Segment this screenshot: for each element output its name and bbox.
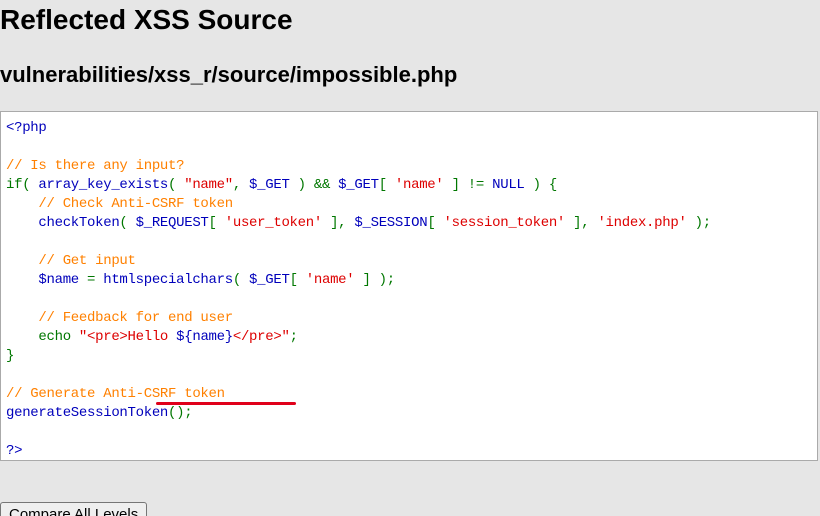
code-line: // Feedback for end user [6, 309, 711, 328]
code-token: "name" [184, 177, 233, 193]
code-token: [ [208, 215, 225, 231]
code-line: } [6, 347, 711, 366]
code-line: // Is there any input? [6, 157, 711, 176]
file-path-heading: vulnerabilities/xss_r/source/impossible.… [0, 62, 458, 87]
code-token: ], [573, 215, 598, 231]
code-token: 'user_token' [224, 215, 331, 231]
code-token: checkToken [6, 215, 120, 231]
code-token: ], [330, 215, 355, 231]
code-token: ( [232, 272, 250, 288]
code-line: echo "<pre>Hello ${name}</pre>"; [6, 328, 711, 347]
page: Reflected XSS Source vulnerabilities/xss… [0, 0, 820, 516]
code-token: htmlspecialchars [103, 272, 233, 288]
code-token: "<pre>Hello [78, 329, 177, 345]
code-line: // Check Anti-CSRF token [6, 195, 711, 214]
code-token: $_REQUEST [135, 215, 209, 231]
code-token: // Is there any input? [6, 158, 185, 174]
code-token: // Generate Anti-CSRF token [6, 386, 225, 402]
code-token: // Check Anti-CSRF token [6, 196, 233, 212]
code-line: generateSessionToken(); [6, 404, 711, 423]
code-token: [ [427, 215, 444, 231]
code-token: } [6, 348, 15, 364]
code-token: $name [6, 272, 88, 288]
code-token: [ [378, 177, 395, 193]
page-title: Reflected XSS Source [0, 4, 293, 35]
code-token: 'session_token' [443, 215, 574, 231]
code-token: $_SESSION [354, 215, 428, 231]
annotation-underline [156, 402, 296, 405]
code-token: ); [694, 215, 712, 231]
code-token: = [87, 272, 104, 288]
code-token: [ [289, 272, 306, 288]
code-token: // Get input [6, 253, 136, 269]
code-line: if( array_key_exists( "name", $_GET ) &&… [6, 176, 711, 195]
code-token: ?> [6, 443, 23, 459]
code-token: if( [6, 177, 39, 193]
code-line: // Generate Anti-CSRF token [6, 385, 711, 404]
code-line: <?php [6, 119, 711, 138]
code-token: <?php [6, 120, 47, 136]
code-token: 'index.php' [597, 215, 695, 231]
code-token: // Feedback for end user [6, 310, 233, 326]
code-token: $_GET [249, 272, 290, 288]
code-token: (); [168, 405, 193, 421]
code-line: ?> [6, 442, 711, 461]
code-line: $name = htmlspecialchars( $_GET[ 'name' … [6, 271, 711, 290]
code-token: ( [119, 215, 136, 231]
code-token: ( [168, 177, 185, 193]
code-token: , [232, 177, 250, 193]
code-token: $_GET [249, 177, 298, 193]
code-token: </pre>" [232, 329, 290, 345]
code-token: array_key_exists [38, 177, 169, 193]
compare-all-levels-button[interactable]: Compare All Levels [0, 502, 148, 516]
code-token: ) { [532, 177, 558, 193]
code-token: ] != [451, 177, 493, 193]
code-token: ; [289, 329, 298, 345]
code-line: checkToken( $_REQUEST[ 'user_token' ], $… [6, 214, 711, 233]
code-token: echo [6, 329, 79, 345]
code-token: NULL [492, 177, 533, 193]
code-token: 'name' [394, 177, 452, 193]
code-token: $_GET [338, 177, 379, 193]
code-token: ] ); [362, 272, 395, 288]
code-token: 'name' [305, 272, 363, 288]
code-line: // Get input [6, 252, 711, 271]
code-token: generateSessionToken [6, 405, 169, 421]
source-code-box: <?php // Is there any input? if( array_ke… [0, 111, 818, 461]
source-code: <?php // Is there any input? if( array_ke… [6, 119, 711, 461]
code-token: ) && [297, 177, 339, 193]
code-token: ${name} [176, 329, 233, 345]
